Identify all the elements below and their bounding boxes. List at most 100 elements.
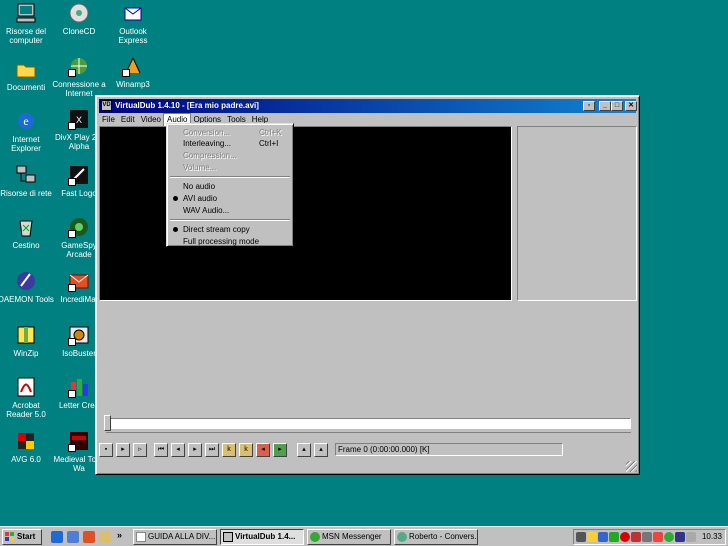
menu-item-conversion[interactable]: Conversion... Ctrl+K bbox=[183, 127, 289, 138]
desktop-icon-label: WinZip bbox=[13, 349, 39, 358]
tray-drive-icon[interactable] bbox=[642, 532, 652, 542]
menu-item-direct-stream-copy[interactable]: Direct stream copy bbox=[173, 224, 289, 235]
desktop-icon-recycle-bin[interactable]: Cestino bbox=[0, 216, 54, 250]
taskbar-button-virtualdub[interactable]: VirtualDub 1.4... bbox=[220, 529, 304, 545]
desktop-icon-label: Cestino bbox=[12, 241, 40, 250]
desktop-icon-label: Internet Explorer bbox=[11, 135, 41, 153]
menu-item-interleaving[interactable]: Interleaving... Ctrl+I bbox=[183, 138, 289, 149]
tray-msn-icon[interactable] bbox=[664, 532, 674, 542]
tray-antivirus-icon[interactable] bbox=[631, 532, 641, 542]
incredimail-quicklaunch-icon[interactable] bbox=[83, 531, 95, 543]
end-icon[interactable]: ⏭ bbox=[205, 443, 219, 457]
menu-item-full-processing[interactable]: Full processing mode bbox=[183, 236, 289, 247]
app-icon[interactable]: VD bbox=[101, 100, 112, 111]
quicklaunch-chevron[interactable]: » bbox=[117, 530, 122, 540]
prev-keyframe-icon[interactable]: k bbox=[222, 443, 236, 457]
timeline-slider-thumb[interactable] bbox=[104, 415, 111, 431]
tray-misc-icon[interactable] bbox=[686, 532, 696, 542]
menu-file[interactable]: File bbox=[99, 114, 118, 126]
play-input-icon[interactable]: ▸ bbox=[116, 443, 130, 457]
scene-back-icon[interactable]: ◂ bbox=[256, 443, 270, 457]
resize-grip[interactable] bbox=[626, 461, 637, 472]
outlook-quicklaunch-icon[interactable] bbox=[67, 531, 79, 543]
menu-item-label: No audio bbox=[183, 182, 216, 191]
desktop-icon-label: CloneCD bbox=[62, 27, 96, 36]
msn-icon bbox=[310, 532, 320, 542]
connection-icon bbox=[68, 55, 90, 77]
taskbar-button-roberto[interactable]: Roberto - Convers... bbox=[394, 529, 478, 545]
isobuster-icon bbox=[68, 324, 90, 346]
minimize-button[interactable]: _ bbox=[599, 101, 611, 111]
radio-check-icon bbox=[173, 227, 178, 232]
menu-item-volume[interactable]: Volume... bbox=[183, 162, 289, 173]
outlook-icon bbox=[122, 2, 144, 24]
taskbar-button-msn[interactable]: MSN Messenger bbox=[307, 529, 391, 545]
close-button[interactable]: ✕ bbox=[625, 101, 637, 111]
menu-video[interactable]: Video bbox=[138, 114, 164, 126]
next-keyframe-icon[interactable]: k bbox=[239, 443, 253, 457]
restore-button[interactable]: ▫ bbox=[583, 101, 595, 111]
tray-mail-icon[interactable] bbox=[653, 532, 663, 542]
desktop-icon-internet-explorer[interactable]: e Internet Explorer bbox=[0, 110, 54, 153]
tray-monitor-icon[interactable] bbox=[576, 532, 586, 542]
menu-item-label: Conversion... bbox=[183, 128, 231, 137]
desktop-icon-label: Winamp3 bbox=[116, 80, 150, 89]
output-video-pane bbox=[517, 126, 637, 301]
menu-item-wav-audio[interactable]: WAV Audio... bbox=[183, 205, 289, 216]
menu-item-label: Full processing mode bbox=[183, 237, 260, 246]
menu-item-label: AVI audio bbox=[183, 194, 218, 203]
ie-quicklaunch-icon[interactable] bbox=[51, 531, 63, 543]
conversation-icon bbox=[397, 532, 407, 542]
menu-separator bbox=[170, 219, 290, 221]
windows-logo-icon bbox=[5, 532, 15, 542]
desktop-icon-avg[interactable]: AVG 6.0 bbox=[0, 430, 54, 464]
step-back-icon[interactable]: ◂ bbox=[171, 443, 185, 457]
recycle-bin-icon bbox=[15, 216, 37, 238]
daemon-icon bbox=[15, 270, 37, 292]
taskbar-button-label: MSN Messenger bbox=[322, 532, 382, 541]
menu-separator bbox=[170, 176, 290, 178]
menu-item-compression[interactable]: Compression... bbox=[183, 150, 289, 161]
tray-red-icon[interactable] bbox=[620, 532, 630, 542]
start-button[interactable]: Start bbox=[2, 529, 42, 545]
clonecd-icon bbox=[68, 2, 90, 24]
tray-speaker-icon[interactable] bbox=[598, 532, 608, 542]
tray-network-icon[interactable] bbox=[609, 532, 619, 542]
desktop-icon-network[interactable]: Risorse di rete bbox=[0, 164, 54, 198]
desktop-icon-outlook-express[interactable]: Outlook Express bbox=[105, 2, 161, 45]
desktop-icon-connessione[interactable]: Connessione a Internet bbox=[51, 55, 107, 98]
menu-item-avi-audio[interactable]: AVI audio bbox=[173, 193, 289, 204]
desktop-icon-acrobat[interactable]: Acrobat Reader 5.0 bbox=[0, 376, 54, 419]
desktop-icon-documenti[interactable]: Documenti bbox=[0, 58, 54, 92]
desktop-icon-label: Documenti bbox=[6, 83, 46, 92]
stop-icon[interactable]: ▪ bbox=[99, 443, 113, 457]
scene-forward-icon[interactable]: ▸ bbox=[273, 443, 287, 457]
tray-app-icon[interactable] bbox=[675, 532, 685, 542]
desktop-icon-winzip[interactable]: WinZip bbox=[0, 324, 54, 358]
step-forward-icon[interactable]: ▸ bbox=[188, 443, 202, 457]
taskbar-button-guida[interactable]: GUIDA ALLA DIV... bbox=[133, 529, 217, 545]
start-icon[interactable]: ⏮ bbox=[154, 443, 168, 457]
play-output-icon[interactable]: ▹ bbox=[133, 443, 147, 457]
window-title: VirtualDub 1.4.10 - [Era mio padre.avi] bbox=[115, 101, 259, 110]
fastlogo-icon bbox=[68, 164, 90, 186]
tray-pencil-icon[interactable] bbox=[587, 532, 597, 542]
title-bar[interactable]: VD VirtualDub 1.4.10 - [Era mio padre.av… bbox=[99, 99, 637, 113]
mark-in-icon[interactable]: ▴ bbox=[297, 443, 311, 457]
desktop-icon-daemon-tools[interactable]: DAEMON Tools bbox=[0, 270, 54, 304]
desktop-icon-my-computer[interactable]: Risorse del computer bbox=[0, 2, 54, 45]
maximize-button[interactable]: □ bbox=[611, 101, 623, 111]
menu-edit[interactable]: Edit bbox=[118, 114, 138, 126]
desktop-icon-label: Risorse del computer bbox=[5, 27, 46, 45]
menu-item-label: Compression... bbox=[183, 151, 237, 160]
taskbar-button-label: VirtualDub 1.4... bbox=[235, 532, 296, 541]
desktop-icon-label: Risorse di rete bbox=[0, 189, 52, 198]
desktop-icon-clonecd[interactable]: CloneCD bbox=[51, 2, 107, 36]
gamespy-icon bbox=[68, 216, 90, 238]
timeline-track[interactable] bbox=[104, 418, 631, 429]
mark-out-icon[interactable]: ▴ bbox=[314, 443, 328, 457]
svg-text:e: e bbox=[23, 114, 28, 128]
desktop-icon-winamp3[interactable]: Winamp3 bbox=[105, 55, 161, 89]
menu-item-no-audio[interactable]: No audio bbox=[183, 181, 289, 192]
edit-quicklaunch-icon[interactable] bbox=[99, 531, 111, 543]
